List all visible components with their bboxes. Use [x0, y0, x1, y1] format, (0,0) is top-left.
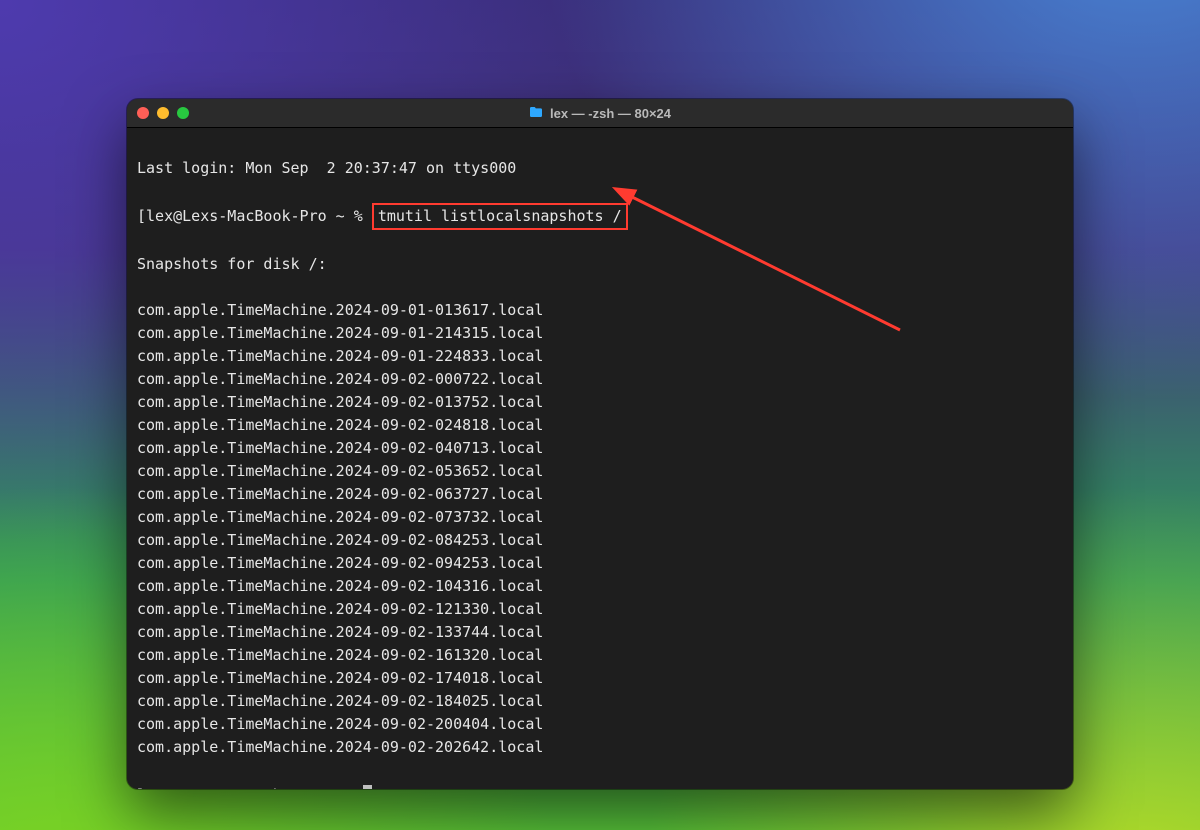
window-titlebar[interactable]: lex — -zsh — 80×24	[127, 99, 1073, 128]
snapshot-line: com.apple.TimeMachine.2024-09-02-184025.…	[137, 690, 1063, 713]
window-title-text: lex — -zsh — 80×24	[550, 106, 671, 121]
command-text: tmutil listlocalsnapshots /	[378, 207, 622, 225]
last-login-line: Last login: Mon Sep 2 20:37:47 on ttys00…	[137, 157, 1063, 180]
snapshot-line: com.apple.TimeMachine.2024-09-01-214315.…	[137, 322, 1063, 345]
snapshot-line: com.apple.TimeMachine.2024-09-02-161320.…	[137, 644, 1063, 667]
snapshot-line: com.apple.TimeMachine.2024-09-02-084253.…	[137, 529, 1063, 552]
output-header: Snapshots for disk /:	[137, 253, 1063, 276]
prompt-text: lex@Lexs-MacBook-Pro ~ %	[146, 207, 372, 225]
snapshot-line: com.apple.TimeMachine.2024-09-02-000722.…	[137, 368, 1063, 391]
snapshot-line: com.apple.TimeMachine.2024-09-02-094253.…	[137, 552, 1063, 575]
snapshot-line: com.apple.TimeMachine.2024-09-02-024818.…	[137, 414, 1063, 437]
snapshot-line: com.apple.TimeMachine.2024-09-01-224833.…	[137, 345, 1063, 368]
snapshot-line: com.apple.TimeMachine.2024-09-02-063727.…	[137, 483, 1063, 506]
maximize-button[interactable]	[177, 107, 189, 119]
snapshot-line: com.apple.TimeMachine.2024-09-02-200404.…	[137, 713, 1063, 736]
cursor	[363, 785, 372, 789]
prompt-line-1: [lex@Lexs-MacBook-Pro ~ % tmutil listloc…	[137, 203, 1063, 230]
prompt-line-2[interactable]: lex@Lexs-MacBook-Pro ~ %	[137, 782, 1063, 789]
terminal-window: lex — -zsh — 80×24 Last login: Mon Sep 2…	[127, 99, 1073, 789]
snapshot-line: com.apple.TimeMachine.2024-09-02-073732.…	[137, 506, 1063, 529]
snapshot-line: com.apple.TimeMachine.2024-09-01-013617.…	[137, 299, 1063, 322]
snapshot-line: com.apple.TimeMachine.2024-09-02-053652.…	[137, 460, 1063, 483]
window-title: lex — -zsh — 80×24	[127, 106, 1073, 121]
minimize-button[interactable]	[157, 107, 169, 119]
snapshot-line: com.apple.TimeMachine.2024-09-02-121330.…	[137, 598, 1063, 621]
close-button[interactable]	[137, 107, 149, 119]
snapshot-line: com.apple.TimeMachine.2024-09-02-174018.…	[137, 667, 1063, 690]
traffic-lights	[137, 107, 189, 119]
snapshot-line: com.apple.TimeMachine.2024-09-02-104316.…	[137, 575, 1063, 598]
command-highlight-box: tmutil listlocalsnapshots /	[372, 203, 628, 230]
snapshot-line: com.apple.TimeMachine.2024-09-02-133744.…	[137, 621, 1063, 644]
prompt-text-2: lex@Lexs-MacBook-Pro ~ %	[137, 786, 363, 789]
snapshot-line: com.apple.TimeMachine.2024-09-02-202642.…	[137, 736, 1063, 759]
terminal-body[interactable]: Last login: Mon Sep 2 20:37:47 on ttys00…	[127, 128, 1073, 789]
desktop-background: lex — -zsh — 80×24 Last login: Mon Sep 2…	[0, 0, 1200, 830]
snapshot-line: com.apple.TimeMachine.2024-09-02-013752.…	[137, 391, 1063, 414]
snapshot-line: com.apple.TimeMachine.2024-09-02-040713.…	[137, 437, 1063, 460]
folder-icon	[529, 106, 544, 121]
snapshot-list: com.apple.TimeMachine.2024-09-01-013617.…	[137, 299, 1063, 759]
